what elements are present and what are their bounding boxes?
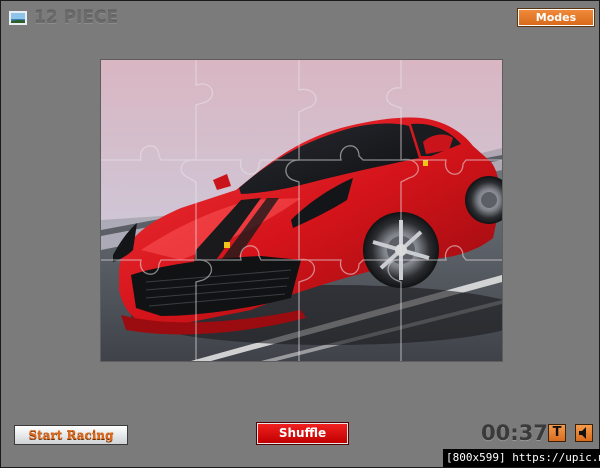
speaker-icon	[579, 427, 586, 439]
watermark-label: [800x599] https://upic.me/	[443, 449, 600, 467]
puzzle-title: 12 PIECE	[34, 8, 119, 28]
title-area: 12 PIECE	[9, 8, 118, 28]
game-frame: 12 PIECE Modes Start Racing Shuffle 00:3…	[0, 0, 600, 468]
modes-button[interactable]: Modes	[518, 9, 594, 26]
picture-icon	[9, 11, 27, 25]
sound-button[interactable]	[575, 424, 593, 442]
start-racing-button[interactable]: Start Racing	[14, 425, 128, 445]
text-toggle-button[interactable]: T	[548, 424, 566, 442]
timer-display: 00:37	[481, 421, 548, 445]
shuffle-button[interactable]: Shuffle	[257, 423, 348, 444]
puzzle-board[interactable]	[101, 60, 502, 361]
puzzle-image	[101, 60, 502, 361]
